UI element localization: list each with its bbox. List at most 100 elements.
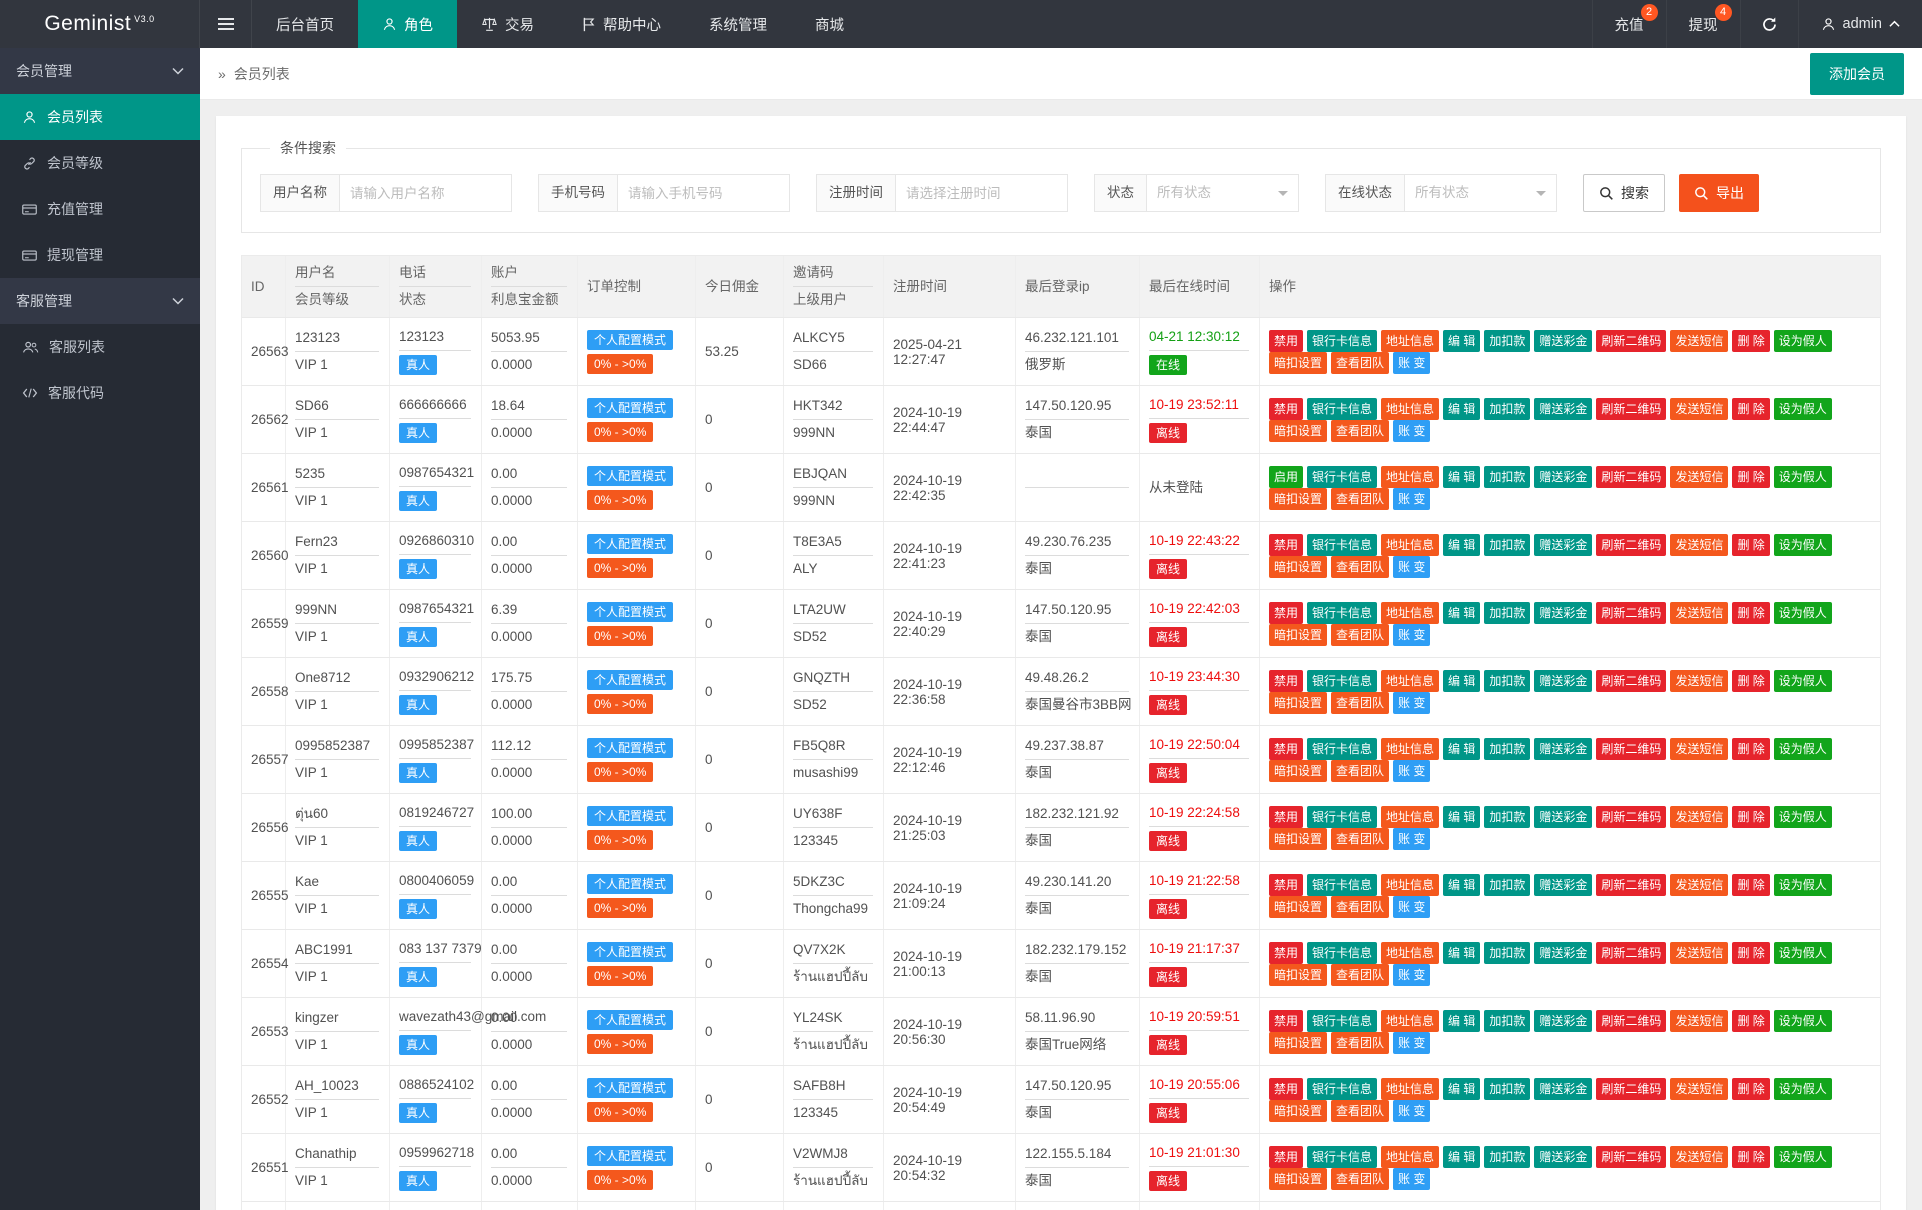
op-button-禁用[interactable]: 禁用 xyxy=(1269,942,1303,964)
order-mode-badge[interactable]: 个人配置模式 xyxy=(587,602,673,622)
op-button-发送短信[interactable]: 发送短信 xyxy=(1670,1010,1728,1032)
op-button-查看团队[interactable]: 查看团队 xyxy=(1331,556,1389,578)
op-button-编辑[interactable]: 编 辑 xyxy=(1443,1010,1480,1032)
op-button-账变[interactable]: 账 变 xyxy=(1393,828,1430,850)
op-button-编辑[interactable]: 编 辑 xyxy=(1443,1078,1480,1100)
order-mode-badge[interactable]: 个人配置模式 xyxy=(587,398,673,418)
op-button-地址信息[interactable]: 地址信息 xyxy=(1381,874,1439,896)
op-button-编辑[interactable]: 编 辑 xyxy=(1443,942,1480,964)
order-rate-badge[interactable]: 0% - >0% xyxy=(587,1102,653,1122)
op-button-赠送彩金[interactable]: 赠送彩金 xyxy=(1534,942,1592,964)
op-button-银行卡信息[interactable]: 银行卡信息 xyxy=(1307,942,1377,964)
op-button-发送短信[interactable]: 发送短信 xyxy=(1670,534,1728,556)
op-button-银行卡信息[interactable]: 银行卡信息 xyxy=(1307,1010,1377,1032)
order-mode-badge[interactable]: 个人配置模式 xyxy=(587,330,673,350)
op-button-删除[interactable]: 删 除 xyxy=(1732,534,1769,556)
op-button-发送短信[interactable]: 发送短信 xyxy=(1670,1146,1728,1168)
op-button-账变[interactable]: 账 变 xyxy=(1393,488,1430,510)
order-mode-badge[interactable]: 个人配置模式 xyxy=(587,1146,673,1166)
op-button-查看团队[interactable]: 查看团队 xyxy=(1331,1100,1389,1122)
op-button-赠送彩金[interactable]: 赠送彩金 xyxy=(1534,466,1592,488)
op-button-地址信息[interactable]: 地址信息 xyxy=(1381,466,1439,488)
order-mode-badge[interactable]: 个人配置模式 xyxy=(587,738,673,758)
search-select-状态[interactable]: 所有状态 xyxy=(1147,174,1299,212)
op-button-加扣款[interactable]: 加扣款 xyxy=(1484,602,1530,624)
top-nav-item-后台首页[interactable]: 后台首页 xyxy=(252,0,358,48)
op-button-设为假人[interactable]: 设为假人 xyxy=(1774,874,1832,896)
op-button-加扣款[interactable]: 加扣款 xyxy=(1484,1010,1530,1032)
op-button-刷新二维码[interactable]: 刷新二维码 xyxy=(1596,942,1666,964)
op-button-暗扣设置[interactable]: 暗扣设置 xyxy=(1269,1032,1327,1054)
op-button-账变[interactable]: 账 变 xyxy=(1393,692,1430,714)
order-mode-badge[interactable]: 个人配置模式 xyxy=(587,874,673,894)
op-button-设为假人[interactable]: 设为假人 xyxy=(1774,330,1832,352)
op-button-地址信息[interactable]: 地址信息 xyxy=(1381,1010,1439,1032)
order-mode-badge[interactable]: 个人配置模式 xyxy=(587,534,673,554)
op-button-银行卡信息[interactable]: 银行卡信息 xyxy=(1307,1078,1377,1100)
op-button-刷新二维码[interactable]: 刷新二维码 xyxy=(1596,738,1666,760)
op-button-禁用[interactable]: 禁用 xyxy=(1269,738,1303,760)
op-button-查看团队[interactable]: 查看团队 xyxy=(1331,624,1389,646)
op-button-赠送彩金[interactable]: 赠送彩金 xyxy=(1534,330,1592,352)
op-button-编辑[interactable]: 编 辑 xyxy=(1443,738,1480,760)
op-button-编辑[interactable]: 编 辑 xyxy=(1443,534,1480,556)
op-button-禁用[interactable]: 禁用 xyxy=(1269,602,1303,624)
op-button-账变[interactable]: 账 变 xyxy=(1393,556,1430,578)
op-button-账变[interactable]: 账 变 xyxy=(1393,1100,1430,1122)
op-button-赠送彩金[interactable]: 赠送彩金 xyxy=(1534,602,1592,624)
op-button-赠送彩金[interactable]: 赠送彩金 xyxy=(1534,670,1592,692)
order-rate-badge[interactable]: 0% - >0% xyxy=(587,558,653,578)
op-button-设为假人[interactable]: 设为假人 xyxy=(1774,738,1832,760)
op-button-编辑[interactable]: 编 辑 xyxy=(1443,330,1480,352)
top-nav-item-商城[interactable]: 商城 xyxy=(791,0,868,48)
op-button-加扣款[interactable]: 加扣款 xyxy=(1484,1078,1530,1100)
op-button-删除[interactable]: 删 除 xyxy=(1732,942,1769,964)
search-input-注册时间[interactable] xyxy=(896,174,1068,212)
op-button-查看团队[interactable]: 查看团队 xyxy=(1331,488,1389,510)
op-button-地址信息[interactable]: 地址信息 xyxy=(1381,1146,1439,1168)
op-button-刷新二维码[interactable]: 刷新二维码 xyxy=(1596,466,1666,488)
op-button-设为假人[interactable]: 设为假人 xyxy=(1774,1078,1832,1100)
op-button-禁用[interactable]: 禁用 xyxy=(1269,1146,1303,1168)
export-button[interactable]: 导出 xyxy=(1679,174,1759,212)
op-button-银行卡信息[interactable]: 银行卡信息 xyxy=(1307,466,1377,488)
op-button-账变[interactable]: 账 变 xyxy=(1393,760,1430,782)
op-button-银行卡信息[interactable]: 银行卡信息 xyxy=(1307,806,1377,828)
op-button-删除[interactable]: 删 除 xyxy=(1732,1010,1769,1032)
op-button-发送短信[interactable]: 发送短信 xyxy=(1670,738,1728,760)
sidebar-item-客服列表[interactable]: 客服列表 xyxy=(0,324,200,370)
op-button-发送短信[interactable]: 发送短信 xyxy=(1670,330,1728,352)
op-button-查看团队[interactable]: 查看团队 xyxy=(1331,1168,1389,1190)
top-nav-item-帮助中心[interactable]: 帮助中心 xyxy=(558,0,685,48)
user-menu[interactable]: admin xyxy=(1798,0,1922,48)
op-button-赠送彩金[interactable]: 赠送彩金 xyxy=(1534,398,1592,420)
op-button-暗扣设置[interactable]: 暗扣设置 xyxy=(1269,964,1327,986)
op-button-赠送彩金[interactable]: 赠送彩金 xyxy=(1534,874,1592,896)
op-button-编辑[interactable]: 编 辑 xyxy=(1443,874,1480,896)
op-button-发送短信[interactable]: 发送短信 xyxy=(1670,670,1728,692)
op-button-禁用[interactable]: 禁用 xyxy=(1269,874,1303,896)
op-button-暗扣设置[interactable]: 暗扣设置 xyxy=(1269,760,1327,782)
op-button-地址信息[interactable]: 地址信息 xyxy=(1381,1078,1439,1100)
op-button-禁用[interactable]: 禁用 xyxy=(1269,1078,1303,1100)
search-input-手机号码[interactable] xyxy=(618,174,790,212)
op-button-赠送彩金[interactable]: 赠送彩金 xyxy=(1534,806,1592,828)
op-button-禁用[interactable]: 禁用 xyxy=(1269,534,1303,556)
op-button-账变[interactable]: 账 变 xyxy=(1393,896,1430,918)
op-button-启用[interactable]: 启用 xyxy=(1269,466,1303,488)
search-input-用户名称[interactable] xyxy=(340,174,512,212)
op-button-删除[interactable]: 删 除 xyxy=(1732,1146,1769,1168)
op-button-编辑[interactable]: 编 辑 xyxy=(1443,466,1480,488)
op-button-删除[interactable]: 删 除 xyxy=(1732,330,1769,352)
top-nav-item-交易[interactable]: 交易 xyxy=(457,0,558,48)
op-button-编辑[interactable]: 编 辑 xyxy=(1443,806,1480,828)
op-button-刷新二维码[interactable]: 刷新二维码 xyxy=(1596,874,1666,896)
op-button-删除[interactable]: 删 除 xyxy=(1732,874,1769,896)
op-button-加扣款[interactable]: 加扣款 xyxy=(1484,738,1530,760)
op-button-设为假人[interactable]: 设为假人 xyxy=(1774,466,1832,488)
op-button-加扣款[interactable]: 加扣款 xyxy=(1484,398,1530,420)
op-button-删除[interactable]: 删 除 xyxy=(1732,670,1769,692)
op-button-地址信息[interactable]: 地址信息 xyxy=(1381,738,1439,760)
op-button-暗扣设置[interactable]: 暗扣设置 xyxy=(1269,896,1327,918)
op-button-地址信息[interactable]: 地址信息 xyxy=(1381,330,1439,352)
